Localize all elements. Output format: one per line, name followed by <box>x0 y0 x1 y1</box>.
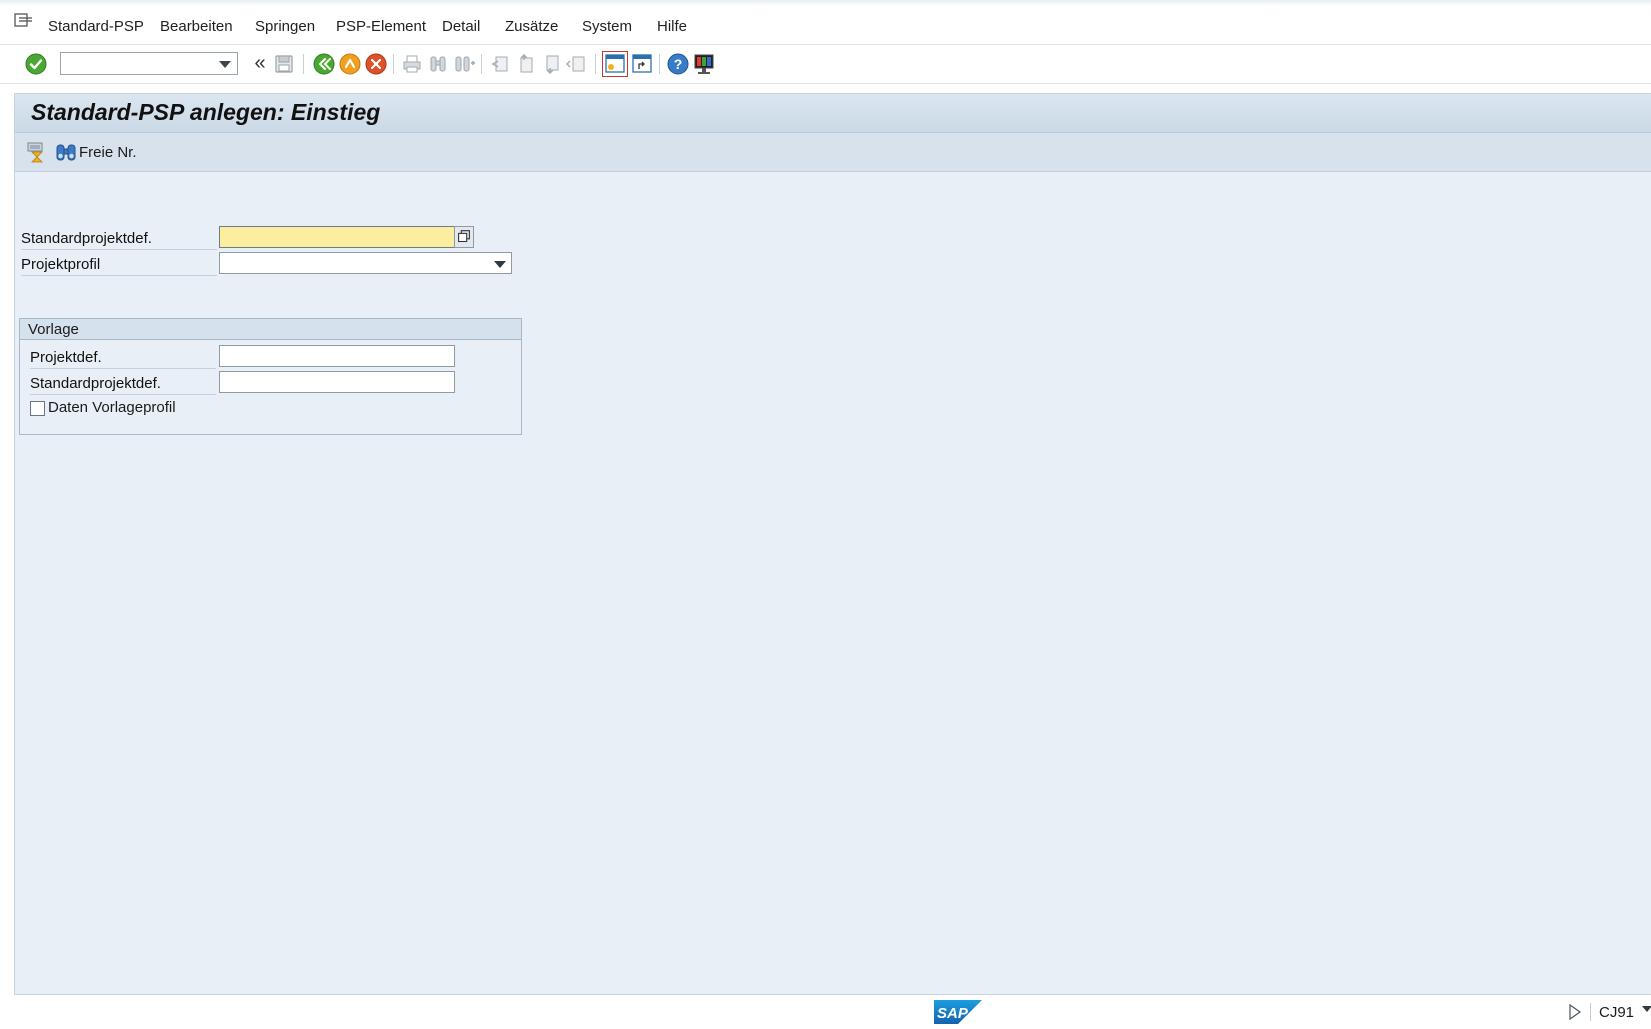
command-input[interactable] <box>65 54 219 75</box>
find-button[interactable] <box>426 52 450 76</box>
command-field[interactable] <box>60 52 238 75</box>
status-bar: SAP CJ91 <box>0 995 1651 1029</box>
back-icon <box>313 53 335 75</box>
save-button[interactable] <box>272 52 296 76</box>
standardprojektdef-label: Standardprojektdef. <box>21 227 217 250</box>
monitor-icon <box>694 54 714 74</box>
freie-nr-label: Freie Nr. <box>79 143 137 161</box>
title-bar: Standard-PSP anlegen: Einstieg <box>15 94 1651 133</box>
toolbar-separator <box>659 54 660 74</box>
chevron-down-icon[interactable] <box>219 61 231 68</box>
page-title: Standard-PSP anlegen: Einstieg <box>31 99 381 125</box>
vorlage-group-title: Vorlage <box>20 319 521 340</box>
vorlage-standardprojektdef-label: Standardprojektdef. <box>30 372 216 395</box>
last-page-button[interactable] <box>566 52 590 76</box>
daten-vorlageprofil-label[interactable]: Daten Vorlageprofil <box>48 399 176 416</box>
exit-button[interactable] <box>338 52 362 76</box>
freie-nr-button[interactable]: Freie Nr. <box>55 141 137 163</box>
print-icon <box>403 55 421 73</box>
projektdef-field[interactable] <box>219 345 455 367</box>
value-help-icon <box>458 230 470 243</box>
chevron-down-icon[interactable] <box>1642 1006 1651 1012</box>
toolbar-separator <box>393 54 394 74</box>
previous-page-icon <box>520 53 533 73</box>
status-separator <box>1590 1003 1591 1021</box>
svg-text:?: ? <box>674 56 683 72</box>
next-page-button[interactable] <box>540 52 564 76</box>
menu-psp-element[interactable]: PSP-Element <box>336 18 426 35</box>
hourglass-icon <box>27 142 43 163</box>
projektprofil-input[interactable] <box>220 253 511 273</box>
cancel-button[interactable] <box>364 52 388 76</box>
checkmark-icon <box>25 53 47 75</box>
svg-text:SAP: SAP <box>937 1005 969 1022</box>
toolbar-separator <box>481 54 482 74</box>
exit-icon <box>339 53 361 75</box>
binoculars-icon <box>430 56 446 72</box>
system-toolbar: « ? <box>0 45 1651 84</box>
menu-system[interactable]: System <box>582 18 632 35</box>
messages-button[interactable] <box>25 141 47 163</box>
cancel-icon <box>365 53 387 75</box>
shortcut-icon <box>632 54 652 73</box>
shortcut-button[interactable] <box>630 52 654 76</box>
menu-bar: Standard-PSP Bearbeiten Springen PSP-Ele… <box>0 0 1651 45</box>
vorlage-group: Vorlage Projektdef. Standardprojektdef. … <box>19 318 522 435</box>
menu-standard-psp[interactable]: Standard-PSP <box>48 18 144 35</box>
projektdef-input[interactable] <box>220 346 454 366</box>
value-help-button[interactable] <box>454 226 474 248</box>
back-button[interactable] <box>312 52 336 76</box>
main-panel: Standard-PSP anlegen: Einstieg Freie Nr.… <box>14 93 1651 995</box>
status-right: CJ91 <box>1568 1003 1651 1021</box>
help-button[interactable]: ? <box>666 52 690 76</box>
vorlage-standardprojektdef-field[interactable] <box>219 371 455 393</box>
transaction-code: CJ91 <box>1599 1003 1635 1021</box>
chevron-down-icon[interactable] <box>494 261 506 268</box>
toolbar-separator <box>595 54 596 74</box>
standardprojektdef-field[interactable] <box>219 226 455 248</box>
play-icon[interactable] <box>1568 1004 1582 1020</box>
menu-icon[interactable] <box>14 13 34 29</box>
menu-hilfe[interactable]: Hilfe <box>657 18 687 35</box>
projektdef-label: Projektdef. <box>30 346 216 369</box>
customize-layout-button[interactable] <box>692 52 716 76</box>
find-next-button[interactable] <box>452 52 476 76</box>
help-icon: ? <box>667 53 689 75</box>
vorlage-standardprojektdef-input[interactable] <box>220 372 454 392</box>
sap-logo: SAP <box>934 1000 982 1024</box>
save-icon <box>275 55 293 73</box>
projektprofil-select[interactable] <box>219 252 512 274</box>
binoculars-icon <box>56 144 76 161</box>
menu-detail[interactable]: Detail <box>442 18 480 35</box>
projektprofil-label: Projektprofil <box>21 253 217 276</box>
toolbar-separator <box>303 54 304 74</box>
print-button[interactable] <box>400 52 424 76</box>
previous-page-button[interactable] <box>514 52 538 76</box>
daten-vorlageprofil-checkbox[interactable] <box>30 401 45 416</box>
enter-button[interactable] <box>24 52 48 76</box>
standardprojektdef-input[interactable] <box>220 227 454 247</box>
collapse-command-button[interactable]: « <box>248 52 272 76</box>
menu-bearbeiten[interactable]: Bearbeiten <box>160 18 233 35</box>
new-session-button[interactable] <box>602 51 628 77</box>
application-toolbar: Freie Nr. <box>15 133 1651 172</box>
first-page-icon <box>491 56 508 72</box>
first-page-button[interactable] <box>488 52 512 76</box>
new-session-icon <box>605 54 625 73</box>
menu-zusaetze[interactable]: Zusätze <box>505 18 558 35</box>
last-page-icon <box>566 56 585 72</box>
next-page-icon <box>546 55 559 75</box>
menu-springen[interactable]: Springen <box>255 18 315 35</box>
find-next-icon <box>455 56 475 72</box>
